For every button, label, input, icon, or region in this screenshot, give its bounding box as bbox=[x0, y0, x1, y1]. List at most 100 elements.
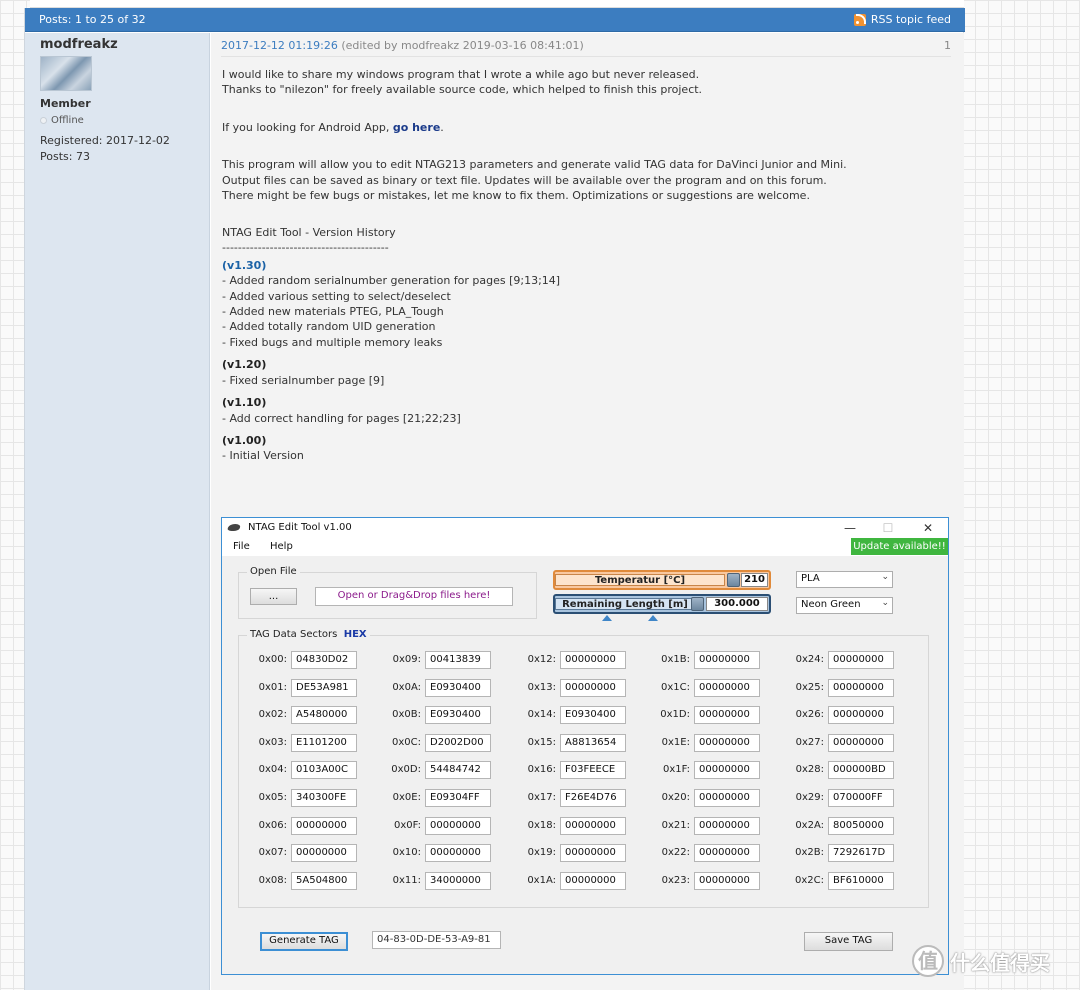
sector-value-field[interactable]: 0103A00C bbox=[291, 761, 357, 780]
sector-address: 0x0F: bbox=[394, 819, 421, 831]
sector-value-field[interactable]: A8813654 bbox=[560, 733, 626, 752]
sector-value-field[interactable]: 5A504800 bbox=[291, 871, 357, 890]
sector-address: 0x05: bbox=[258, 792, 287, 803]
rss-label: RSS topic feed bbox=[870, 13, 951, 26]
sector-address: 0x16: bbox=[527, 764, 556, 776]
sector-value-field[interactable]: 00000000 bbox=[425, 816, 491, 835]
sector-value-field[interactable]: D2002D00 bbox=[425, 733, 491, 752]
sector-value-field[interactable]: E1101200 bbox=[291, 733, 357, 752]
hex-mode-label[interactable]: HEX bbox=[344, 629, 367, 640]
sector-value-field[interactable]: 000000BD bbox=[828, 761, 894, 780]
generate-tag-button[interactable]: Generate TAG bbox=[260, 932, 348, 951]
uid-field[interactable]: 04-83-0D-DE-53-A9-81 bbox=[372, 931, 501, 949]
status-dot-icon bbox=[40, 117, 47, 124]
version-label: (v1.30) bbox=[222, 258, 267, 272]
sector-value-field[interactable]: 00000000 bbox=[694, 706, 760, 725]
sector-value-field[interactable]: 00000000 bbox=[291, 816, 357, 835]
sector-value-field[interactable]: 070000FF bbox=[828, 789, 894, 807]
sector-address: 0x1F: bbox=[663, 764, 690, 776]
color-select[interactable]: Neon Green ⌄ bbox=[796, 597, 893, 614]
app-icon bbox=[226, 524, 242, 531]
color-value: Neon Green bbox=[801, 599, 861, 610]
sector-value-field[interactable]: 00000000 bbox=[828, 706, 894, 725]
sector-value-field[interactable]: E09304FF bbox=[425, 789, 491, 807]
author-post-count: Posts: 73 bbox=[40, 150, 90, 163]
post-body: I would like to share my windows program… bbox=[222, 67, 942, 464]
remaining-length-slider[interactable]: Remaining Length [m] 300.000 bbox=[553, 594, 771, 614]
sector-value-field[interactable]: 04830D02 bbox=[291, 651, 357, 669]
sector-value-field[interactable]: 00000000 bbox=[560, 651, 626, 669]
sector-value-field[interactable]: E0930400 bbox=[425, 706, 491, 725]
sector-value-field[interactable]: 34000000 bbox=[425, 871, 491, 890]
remaining-length-label: Remaining Length [m] bbox=[555, 598, 695, 610]
sector-value-field[interactable]: 00000000 bbox=[560, 816, 626, 835]
sector-value-field[interactable]: 00000000 bbox=[694, 651, 760, 669]
desc-line-1: This program will allow you to edit NTAG… bbox=[222, 158, 847, 172]
temperature-label: Temperatur [°C] bbox=[555, 574, 725, 586]
close-button[interactable]: ✕ bbox=[917, 520, 939, 536]
minimize-button[interactable]: — bbox=[839, 520, 861, 536]
sector-address: 0x2C: bbox=[795, 874, 824, 886]
update-available-badge[interactable]: Update available!! bbox=[851, 538, 948, 555]
posts-count: Posts: 1 to 25 of 32 bbox=[39, 13, 146, 26]
android-suffix: . bbox=[440, 120, 444, 134]
sector-value-field[interactable]: 00000000 bbox=[560, 871, 626, 890]
sector-address: 0x02: bbox=[258, 709, 287, 721]
temperature-knob[interactable] bbox=[727, 573, 740, 587]
file-drop-zone[interactable]: Open or Drag&Drop files here! bbox=[315, 587, 513, 606]
maximize-button[interactable]: ☐ bbox=[877, 520, 899, 536]
intro-line-1: I would like to share my windows program… bbox=[222, 68, 700, 81]
remaining-length-knob[interactable] bbox=[691, 597, 704, 611]
menu-file[interactable]: File bbox=[233, 541, 250, 552]
post-date[interactable]: 2017-12-12 01:19:26 bbox=[221, 39, 338, 52]
sector-address: 0x10: bbox=[392, 847, 421, 859]
material-select[interactable]: PLA ⌄ bbox=[796, 571, 893, 588]
version-item: - Fixed bugs and multiple memory leaks bbox=[222, 335, 443, 349]
sector-value-field[interactable]: 00413839 bbox=[425, 651, 491, 669]
sector-value-field[interactable]: BF610000 bbox=[828, 871, 894, 890]
sector-address: 0x15: bbox=[527, 736, 556, 748]
author-sidebar: modfreakz Member Offline Registered: 201… bbox=[25, 33, 210, 990]
menubar: File Help bbox=[222, 538, 948, 556]
menu-help[interactable]: Help bbox=[270, 541, 293, 552]
post-number[interactable]: 1 bbox=[944, 39, 951, 52]
save-tag-button[interactable]: Save TAG bbox=[804, 932, 893, 951]
sector-value-field[interactable]: 00000000 bbox=[828, 733, 894, 752]
sector-value-field[interactable]: A5480000 bbox=[291, 706, 357, 725]
sector-value-field[interactable]: 00000000 bbox=[694, 871, 760, 890]
sector-value-field[interactable]: 00000000 bbox=[560, 678, 626, 697]
temperature-slider[interactable]: Temperatur [°C] 210 bbox=[553, 570, 771, 590]
sector-address: 0x21: bbox=[661, 819, 690, 831]
open-file-group: Open File ... Open or Drag&Drop files he… bbox=[238, 566, 537, 619]
sector-address: 0x07: bbox=[258, 847, 287, 859]
sector-value-field[interactable]: E0930400 bbox=[560, 706, 626, 725]
sector-address: 0x04: bbox=[258, 764, 287, 776]
sector-value-field[interactable]: F26E4D76 bbox=[560, 789, 626, 807]
post-edited: (edited by modfreakz 2019-03-16 08:41:01… bbox=[341, 39, 584, 52]
sector-value-field[interactable]: 00000000 bbox=[560, 844, 626, 863]
sector-address: 0x09: bbox=[392, 654, 421, 665]
sector-value-field[interactable]: 54484742 bbox=[425, 761, 491, 780]
sector-value-field[interactable]: 340300FE bbox=[291, 789, 357, 807]
sector-value-field[interactable]: DE53A981 bbox=[291, 678, 357, 697]
android-app-link[interactable]: go here bbox=[393, 121, 440, 134]
sector-value-field[interactable]: 00000000 bbox=[694, 733, 760, 752]
sector-value-field[interactable]: 00000000 bbox=[828, 651, 894, 669]
sector-value-field[interactable]: 00000000 bbox=[694, 678, 760, 697]
sector-value-field[interactable]: 00000000 bbox=[425, 844, 491, 863]
rss-topic-feed-link[interactable]: RSS topic feed bbox=[853, 13, 951, 26]
sector-value-field[interactable]: 00000000 bbox=[694, 789, 760, 807]
sector-value-field[interactable]: F03FEECE bbox=[560, 761, 626, 780]
sector-value-field[interactable]: 00000000 bbox=[694, 761, 760, 780]
sector-value-field[interactable]: E0930400 bbox=[425, 678, 491, 697]
sector-value-field[interactable]: 7292617D bbox=[828, 844, 894, 863]
author-username[interactable]: modfreakz bbox=[40, 37, 118, 52]
sector-value-field[interactable]: 80050000 bbox=[828, 816, 894, 835]
sector-value-field[interactable]: 00000000 bbox=[828, 678, 894, 697]
sector-address: 0x27: bbox=[795, 736, 824, 748]
sector-value-field[interactable]: 00000000 bbox=[694, 816, 760, 835]
sector-value-field[interactable]: 00000000 bbox=[694, 844, 760, 863]
browse-button[interactable]: ... bbox=[250, 588, 297, 605]
sector-value-field[interactable]: 00000000 bbox=[291, 844, 357, 863]
history-separator: ----------------------------------------… bbox=[222, 240, 389, 254]
